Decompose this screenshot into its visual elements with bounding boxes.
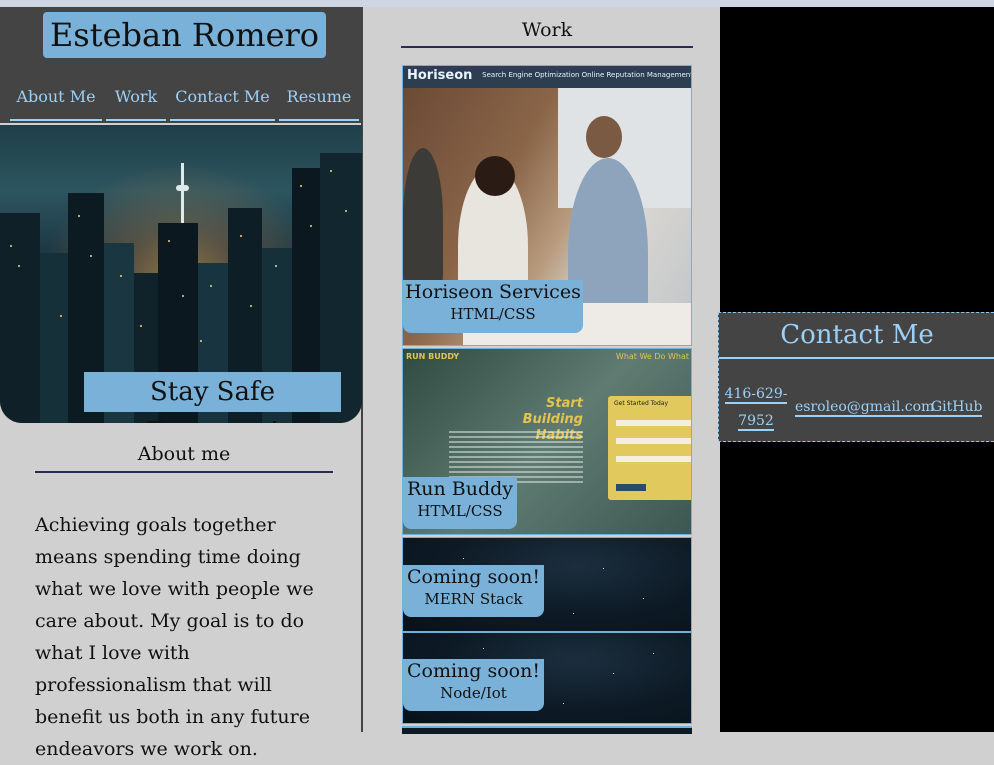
nav-contact[interactable]: Contact Me (170, 87, 275, 121)
project-card-node-iot[interactable]: Coming soon! Node/Iot (402, 632, 692, 724)
project-tech: HTML/CSS (450, 305, 536, 323)
top-strip (0, 0, 994, 7)
horiseon-logo: Horiseon (407, 68, 473, 83)
work-column: Work Horiseon Search Engine Optimization… (365, 7, 720, 734)
contact-title: Contact Me (719, 313, 994, 359)
about-title: About me (35, 443, 333, 473)
project-title: Coming soon! (406, 566, 540, 588)
nav-about[interactable]: About Me (10, 87, 102, 121)
about-text: Achieving goals together means spending … (35, 514, 314, 760)
hero-caption: Stay Safe Everyone! (84, 372, 341, 423)
phone-line-2: 7952 (738, 413, 774, 431)
site-name: Esteban Romero (43, 12, 326, 58)
site-header: Esteban Romero About Me Work Contact Me … (0, 7, 361, 123)
run-buddy-logo: RUN BUDDY (406, 352, 460, 361)
run-buddy-form: Get Started Today (608, 396, 691, 500)
project-title: Run Buddy (406, 478, 514, 500)
github-link[interactable]: GitHub (931, 394, 983, 421)
run-buddy-nav: What We Do What (615, 352, 689, 361)
contact-section: Contact Me 416-629- 7952 esroleo@gmail.c… (718, 312, 994, 442)
horiseon-nav: Search Engine Optimization Online Reputa… (482, 71, 692, 79)
project-card-mern[interactable]: Coming soon! MERN Stack (402, 537, 692, 632)
project-title: Coming soon! (406, 660, 540, 682)
project-tech: Node/Iot (440, 684, 507, 702)
left-column: Esteban Romero About Me Work Contact Me … (0, 7, 363, 760)
nav-work[interactable]: Work (106, 87, 166, 121)
next-card-edge (402, 726, 692, 734)
mern-label: Coming soon! MERN Stack (403, 565, 544, 617)
github-text: GitHub (931, 399, 983, 417)
phone-line-1: 416-629- (724, 386, 788, 404)
horiseon-screenshot-header: Horiseon Search Engine Optimization Onli… (403, 66, 692, 88)
nav-resume[interactable]: Resume (279, 87, 359, 121)
work-title: Work (401, 19, 693, 48)
project-tech: MERN Stack (424, 590, 523, 608)
node-iot-label: Coming soon! Node/Iot (403, 659, 544, 711)
email-link[interactable]: esroleo@gmail.com (795, 394, 935, 421)
cn-tower-shape (181, 163, 184, 223)
horiseon-label: Horiseon Services HTML/CSS (403, 280, 583, 333)
run-buddy-label: Run Buddy HTML/CSS (403, 477, 517, 529)
hero-city-image: Stay Safe Everyone! (0, 125, 362, 423)
project-card-horiseon[interactable]: Horiseon Search Engine Optimization Onli… (402, 65, 692, 346)
email-text: esroleo@gmail.com (795, 399, 935, 417)
project-tech: HTML/CSS (417, 502, 503, 520)
project-title: Horiseon Services (405, 281, 581, 303)
project-card-run-buddy[interactable]: RUN BUDDY What We Do What Start Building… (402, 348, 692, 535)
cn-tower-pod (176, 185, 189, 191)
phone-link[interactable]: 416-629- 7952 (723, 381, 789, 435)
run-buddy-form-title: Get Started Today (614, 400, 669, 407)
